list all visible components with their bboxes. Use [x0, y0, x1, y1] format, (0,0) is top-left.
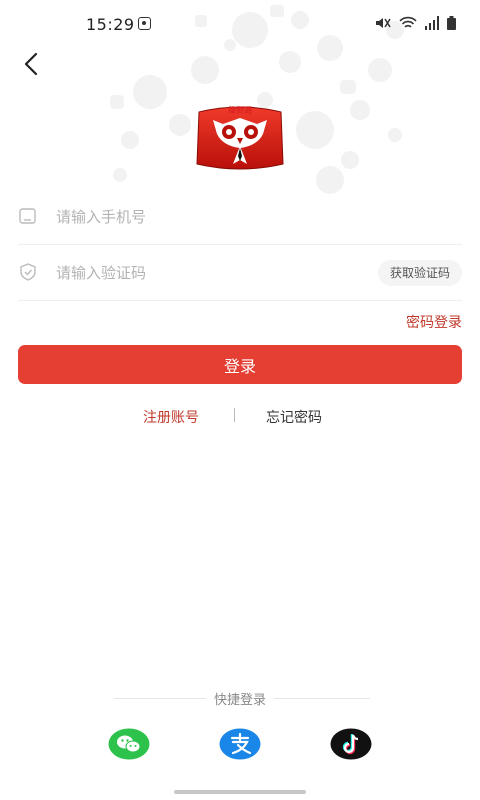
douyin-icon: [330, 728, 372, 760]
status-bar: 15:29: [0, 0, 480, 48]
password-login-link[interactable]: 密码登录: [406, 312, 462, 332]
signal-icon: [425, 16, 439, 30]
code-field-row: 获取验证码: [18, 244, 462, 301]
notification-icon: [138, 17, 151, 30]
alipay-icon: [219, 728, 261, 760]
battery-icon: [447, 16, 456, 30]
login-button[interactable]: 登录: [18, 345, 462, 384]
link-divider: [234, 408, 235, 422]
quick-login-title: 快捷登录: [0, 689, 480, 708]
forgot-password-link[interactable]: 忘记密码: [266, 407, 322, 427]
shield-icon: [20, 263, 36, 281]
app-logo: 律师通: [195, 104, 285, 172]
alipay-login-button[interactable]: [219, 728, 261, 760]
quick-login-title-text: 快捷登录: [205, 693, 274, 708]
phone-field-row: [18, 188, 462, 245]
navigation-handle[interactable]: [174, 790, 306, 794]
status-time: 15:29: [86, 15, 135, 34]
register-link[interactable]: 注册账号: [143, 407, 199, 427]
douyin-login-button[interactable]: [330, 728, 372, 760]
wifi-icon: [399, 16, 417, 28]
verification-code-input[interactable]: [54, 256, 358, 290]
logo-text: 律师通: [228, 106, 252, 115]
get-code-button[interactable]: 获取验证码: [377, 260, 462, 286]
wechat-icon: [108, 728, 150, 760]
mute-icon: [376, 18, 391, 28]
phone-icon: [19, 208, 36, 224]
phone-input[interactable]: [54, 200, 458, 234]
wechat-login-button[interactable]: [108, 728, 150, 760]
chevron-left-icon[interactable]: [18, 50, 46, 78]
